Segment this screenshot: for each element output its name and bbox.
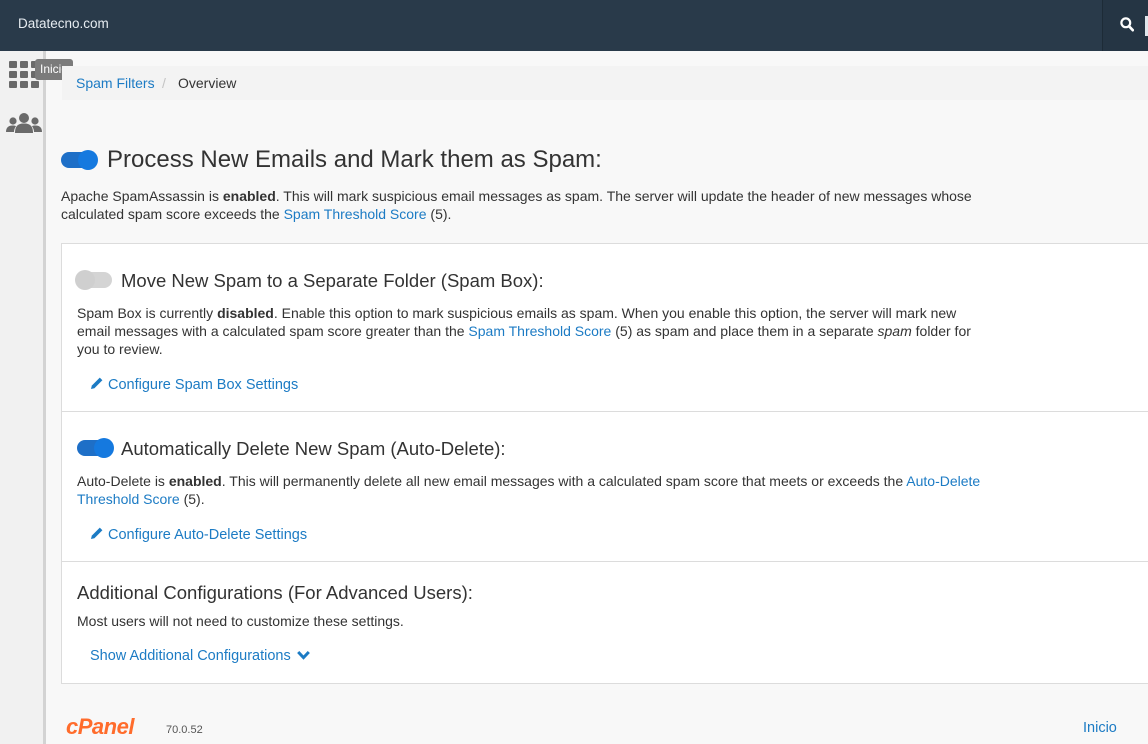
search-icon <box>1120 17 1134 32</box>
spam-threshold-link[interactable]: Spam Threshold Score <box>468 323 611 339</box>
status-text: enabled <box>168 473 222 489</box>
configure-spam-box-link[interactable]: Configure Spam Box Settings <box>90 376 298 393</box>
desc-text: (5) as spam and place them in a separate <box>611 323 878 339</box>
process-spam-toggle[interactable] <box>61 150 98 170</box>
toggle-knob <box>78 150 98 170</box>
chevron-down-icon <box>296 650 310 660</box>
desc-text: . This will permanently delete all new e… <box>221 473 907 489</box>
desc-text: (5). <box>426 206 452 222</box>
configure-spam-box-label: Configure Spam Box Settings <box>108 377 299 393</box>
sidebar <box>0 51 46 744</box>
top-bar: Datatecno.com <box>0 0 1148 51</box>
desc-text: (5). <box>179 491 205 507</box>
auto-delete-panel: Automatically Delete New Spam (Auto-Dele… <box>61 411 1148 562</box>
desc-italic-text: spam <box>877 323 912 339</box>
show-additional-config-link[interactable]: Show Additional Configurations <box>90 648 314 664</box>
breadcrumb-spam-filters-link[interactable]: Spam Filters <box>76 75 155 91</box>
cpanel-logo[interactable]: cPanel <box>66 714 134 740</box>
additional-config-description: Most users will not need to customize th… <box>77 613 404 629</box>
spam-box-toggle[interactable] <box>75 270 112 290</box>
toggle-knob <box>75 270 95 290</box>
pencil-icon <box>91 377 103 389</box>
cpanel-version: 70.0.52 <box>166 724 203 736</box>
breadcrumb: Spam Filters / Overview <box>62 66 1148 100</box>
footer-home-link[interactable]: Inicio <box>1083 720 1117 736</box>
spam-box-description: Spam Box is currently disabled. Enable t… <box>77 304 982 358</box>
spam-box-panel: Move New Spam to a Separate Folder (Spam… <box>61 243 1148 412</box>
auto-delete-description: Auto-Delete is enabled. This will perman… <box>77 472 982 508</box>
page-title: Process New Emails and Mark them as Spam… <box>107 146 602 173</box>
desc-text: Spam Box is currently <box>77 305 218 321</box>
additional-config-panel: Additional Configurations (For Advanced … <box>61 561 1148 684</box>
status-text: disabled <box>217 305 274 321</box>
desc-text: Auto-Delete is <box>77 473 169 489</box>
process-spam-description: Apache SpamAssassin is enabled. This wil… <box>61 187 981 223</box>
status-text: enabled <box>222 188 276 204</box>
pencil-icon <box>91 527 103 539</box>
spam-box-title: Move New Spam to a Separate Folder (Spam… <box>121 270 544 291</box>
brand-name[interactable]: Datatecno.com <box>18 16 109 31</box>
search-button[interactable] <box>1102 0 1148 51</box>
show-additional-config-label: Show Additional Configurations <box>90 648 291 664</box>
auto-delete-toggle[interactable] <box>77 438 114 458</box>
breadcrumb-separator: / <box>162 75 166 91</box>
configure-auto-delete-label: Configure Auto-Delete Settings <box>108 527 308 543</box>
toggle-knob <box>94 438 114 458</box>
additional-config-title: Additional Configurations (For Advanced … <box>77 582 473 603</box>
users-icon[interactable] <box>6 112 42 134</box>
auto-delete-title: Automatically Delete New Spam (Auto-Dele… <box>121 438 506 459</box>
spam-threshold-link[interactable]: Spam Threshold Score <box>284 206 427 222</box>
desc-text: Apache SpamAssassin is <box>61 188 223 204</box>
breadcrumb-current: Overview <box>178 75 237 91</box>
configure-auto-delete-link[interactable]: Configure Auto-Delete Settings <box>90 526 307 543</box>
